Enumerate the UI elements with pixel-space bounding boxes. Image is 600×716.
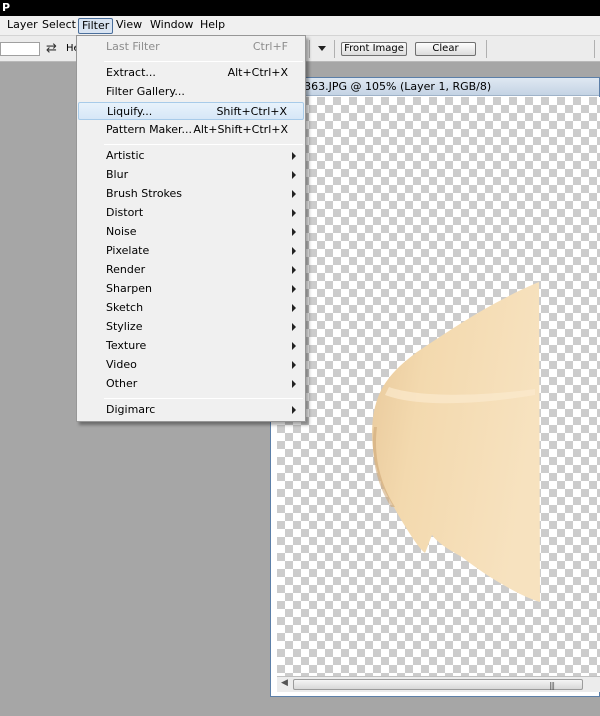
horizontal-scrollbar[interactable]: ◀ ||| [277,676,600,692]
menu-item-label: Video [106,358,137,371]
menu-item-label: Last Filter [106,40,160,53]
menu-item-shortcut: Ctrl+F [252,40,288,53]
menu-separator [104,144,303,145]
menu-item-extract[interactable]: Extract... Alt+Ctrl+X [78,64,304,82]
submenu-arrow-icon [292,266,296,274]
title-bar: P [0,0,600,16]
submenu-arrow-icon [292,304,296,312]
menu-item-noise[interactable]: Noise [78,223,304,241]
menu-item-texture[interactable]: Texture [78,337,304,355]
menu-item-artistic[interactable]: Artistic [78,147,304,165]
menu-layer[interactable]: Layer [4,18,41,34]
submenu-arrow-icon [292,247,296,255]
menu-separator [104,61,303,62]
submenu-arrow-icon [292,406,296,414]
menu-item-label: Render [106,263,146,276]
menu-item-label: Extract... [106,66,156,79]
menu-item-pixelate[interactable]: Pixelate [78,242,304,260]
scrollbar-grip-icon: ||| [549,681,555,690]
menu-filter[interactable]: Filter [78,18,114,34]
menu-item-distort[interactable]: Distort [78,204,304,222]
app-title: P [2,1,11,14]
options-separator [486,40,487,58]
menu-item-render[interactable]: Render [78,261,304,279]
submenu-arrow-icon [292,171,296,179]
menu-bar: Layer Select Filter View Window Help [0,16,600,36]
menu-item-label: Blur [106,168,129,181]
options-value-field[interactable] [0,42,40,56]
menu-item-label: Distort [106,206,144,219]
submenu-arrow-icon [292,380,296,388]
menu-item-sharpen[interactable]: Sharpen [78,280,304,298]
document-title-bar[interactable]: SC_0363.JPG @ 105% (Layer 1, RGB/8) [271,78,599,96]
menu-item-label: Artistic [106,149,145,162]
menu-item-other[interactable]: Other [78,375,304,393]
submenu-arrow-icon [292,361,296,369]
menu-item-label: Pixelate [106,244,150,257]
document-window: SC_0363.JPG @ 105% (Layer 1, RGB/8) ◀ ||… [270,77,600,697]
menu-item-label: Texture [106,339,147,352]
menu-item-label: Noise [106,225,137,238]
scrollbar-thumb[interactable]: ||| [293,679,583,690]
menu-item-shortcut: Alt+Ctrl+X [227,66,288,79]
menu-item-label: Sharpen [106,282,152,295]
image-canvas[interactable] [277,97,600,676]
workspace-bottom [0,697,600,716]
menu-item-shortcut: Shift+Ctrl+X [216,105,287,118]
menu-item-pattern-maker[interactable]: Pattern Maker... Alt+Shift+Ctrl+X [78,121,304,139]
menu-separator [104,398,303,399]
filter-menu-dropdown: Last Filter Ctrl+F Extract... Alt+Ctrl+X… [76,35,306,422]
menu-item-stylize[interactable]: Stylize [78,318,304,336]
menu-item-label: Filter Gallery... [106,85,185,98]
dropdown-arrow-icon[interactable] [318,46,326,51]
image-layer [372,282,540,602]
options-separator [334,40,335,58]
menu-item-filter-gallery[interactable]: Filter Gallery... [78,83,304,101]
menu-select[interactable]: Select [39,18,79,34]
menu-item-label: Pattern Maker... [106,123,193,136]
menu-help[interactable]: Help [197,18,228,34]
submenu-arrow-icon [292,323,296,331]
menu-item-liquify[interactable]: Liquify... Shift+Ctrl+X [78,102,304,120]
menu-item-label: Other [106,377,138,390]
submenu-arrow-icon [292,342,296,350]
menu-item-label: Sketch [106,301,144,314]
front-image-button[interactable]: Front Image [341,42,407,56]
clear-button[interactable]: Clear [415,42,476,56]
object-shape [372,282,540,602]
menu-item-shortcut: Alt+Shift+Ctrl+X [193,123,288,136]
menu-item-blur[interactable]: Blur [78,166,304,184]
submenu-arrow-icon [292,228,296,236]
menu-item-video[interactable]: Video [78,356,304,374]
submenu-arrow-icon [292,209,296,217]
submenu-arrow-icon [292,190,296,198]
menu-item-label: Brush Strokes [106,187,183,200]
menu-item-last-filter[interactable]: Last Filter Ctrl+F [78,38,304,56]
scroll-left-icon[interactable]: ◀ [281,678,288,688]
options-separator [594,40,595,58]
menu-item-sketch[interactable]: Sketch [78,299,304,317]
menu-item-label: Digimarc [106,403,156,416]
menu-item-label: Liquify... [107,105,153,118]
options-separator [309,40,310,58]
submenu-arrow-icon [292,285,296,293]
menu-window[interactable]: Window [147,18,196,34]
menu-item-brush-strokes[interactable]: Brush Strokes [78,185,304,203]
swap-icon[interactable]: ⇄ [46,41,57,56]
menu-item-label: Stylize [106,320,143,333]
menu-item-digimarc[interactable]: Digimarc [78,401,304,419]
submenu-arrow-icon [292,152,296,160]
document-title: SC_0363.JPG @ 105% (Layer 1, RGB/8) [277,80,492,93]
menu-view[interactable]: View [113,18,145,34]
